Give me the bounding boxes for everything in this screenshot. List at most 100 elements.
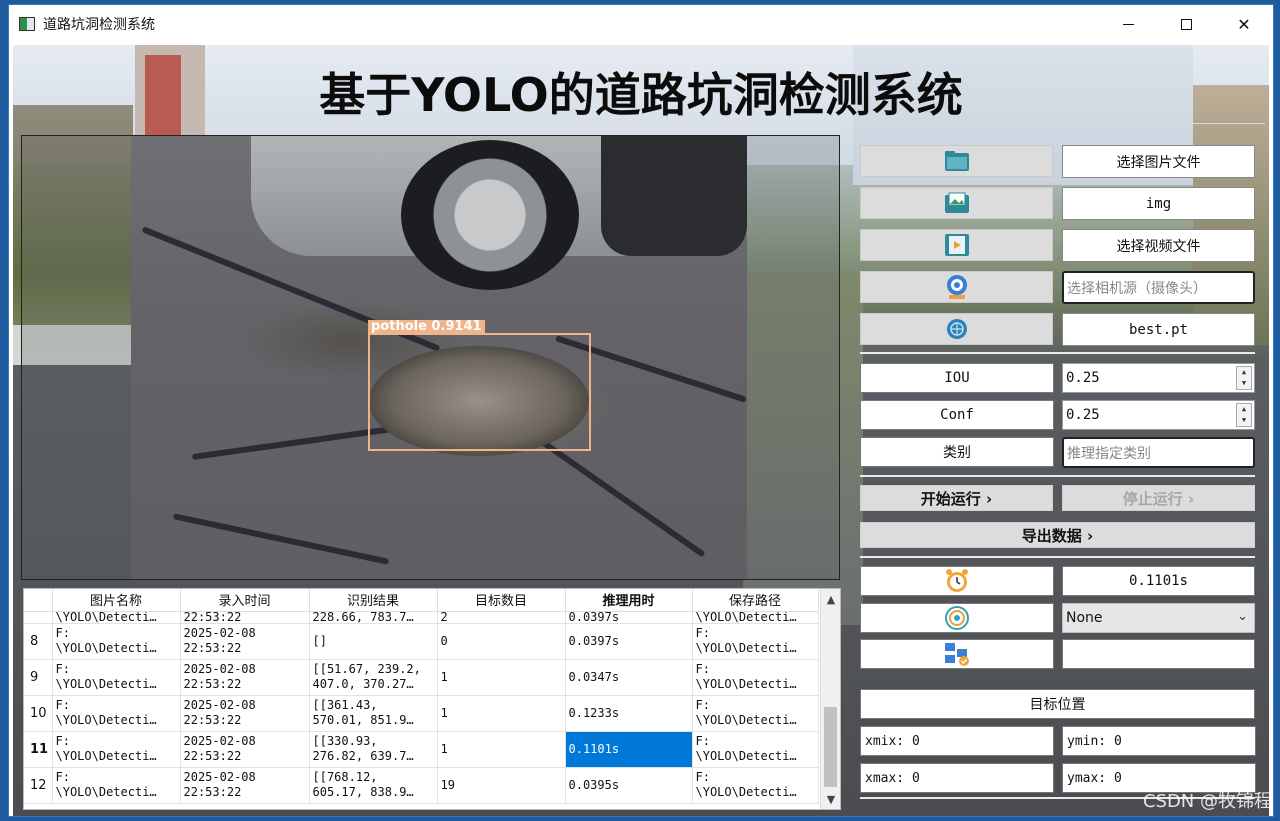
start-button[interactable]: 开始运行 › (860, 485, 1053, 511)
title-bar[interactable]: 道路坑洞检测系统 ✕ (9, 5, 1273, 43)
camera-source-input[interactable]: 选择相机源（摄像头） (1062, 271, 1255, 304)
table-scrollbar[interactable]: ▲ ▼ (820, 589, 840, 809)
table-cell[interactable]: 2025-02-08 22:53:22 (180, 767, 310, 804)
table-cell[interactable]: 1 (437, 659, 566, 696)
results-table-container[interactable]: 图片名称 录入时间 识别结果 目标数目 推理用时 保存路径 \YOLO\Dete… (23, 588, 841, 810)
column-header[interactable]: 图片名称 (52, 589, 181, 612)
table-cell[interactable]: 2 (437, 611, 566, 624)
conf-label: Conf (860, 400, 1054, 430)
image-folder-icon (944, 192, 969, 213)
table-cell[interactable]: 0.1233s (565, 695, 693, 732)
cell-line: \YOLO\Detecti… (55, 713, 157, 727)
spin-arrows[interactable]: ▲ ▼ (1236, 403, 1252, 427)
table-cell[interactable]: 0 (437, 623, 566, 660)
select-image-button[interactable]: 选择图片文件 (1062, 145, 1255, 178)
table-cell[interactable]: \YOLO\Detecti… (52, 611, 181, 624)
spin-arrows[interactable]: ▲ ▼ (1236, 366, 1252, 390)
select-video-button[interactable]: 选择视频文件 (1062, 229, 1255, 262)
table-cell[interactable]: [[51.67, 239.2, 407.0, 370.27… (309, 659, 438, 696)
column-header[interactable]: 目标数目 (437, 589, 566, 612)
model-file-button[interactable]: best.pt (1062, 313, 1255, 346)
cell-line: F: (695, 626, 710, 640)
table-row[interactable]: 10 F: \YOLO\Detecti… 2025-02-08 22:53:22 [… (24, 695, 819, 732)
table-cell[interactable]: F: \YOLO\Detecti… (52, 623, 181, 660)
target-select-dropdown[interactable]: None ⌄ (1062, 603, 1255, 633)
ymin-field: ymin: 0 (1062, 726, 1256, 756)
spin-up-icon[interactable]: ▲ (1237, 367, 1251, 378)
table-cell[interactable]: 0.0347s (565, 659, 693, 696)
table-cell[interactable]: [[768.12, 605.17, 838.9… (309, 767, 438, 804)
table-cell[interactable]: F: \YOLO\Detecti… (692, 767, 819, 804)
table-cell[interactable]: 2025-02-08 22:53:22 (180, 623, 310, 660)
table-row[interactable]: 9 F: \YOLO\Detecti… 2025-02-08 22:53:22 [[… (24, 659, 819, 696)
alarm-clock-icon (946, 569, 968, 592)
table-cell[interactable]: 2025-02-08 22:53:22 (180, 659, 310, 696)
cell-line: F: (55, 770, 70, 784)
column-header[interactable]: 推理用时 (565, 589, 693, 612)
cell-line: [[768.12, (312, 770, 378, 784)
scrollbar-thumb[interactable] (824, 707, 837, 787)
cell-line: [[51.67, 239.2, (312, 662, 421, 676)
class-filter-input[interactable]: 推理指定类别 (1062, 437, 1255, 468)
table-cell[interactable]: [[330.93, 276.82, 639.7… (309, 731, 438, 768)
table-cell[interactable]: 0.0397s (565, 611, 693, 624)
cell-line: \YOLO\Detecti… (55, 749, 157, 763)
minimize-button[interactable] (1099, 5, 1157, 43)
cell-line: F: (695, 698, 710, 712)
table-cell[interactable]: 1 (437, 695, 566, 732)
table-row[interactable]: 12 F: \YOLO\Detecti… 2025-02-08 22:53:22 [… (24, 767, 819, 804)
select-video-icon-button[interactable] (860, 229, 1053, 261)
camera-icon-button[interactable] (860, 271, 1053, 303)
table-cell[interactable]: F: \YOLO\Detecti… (692, 659, 819, 696)
column-header[interactable]: 识别结果 (309, 589, 438, 612)
table-cell[interactable]: \YOLO\Detecti… (692, 611, 819, 624)
table-cell[interactable]: F: \YOLO\Detecti… (52, 767, 181, 804)
table-row[interactable]: \YOLO\Detecti… 22:53:22 228.66, 783.7… 2… (24, 611, 819, 624)
scroll-up-icon[interactable]: ▲ (821, 589, 840, 609)
cell-line: 2025-02-08 (183, 626, 256, 640)
iou-spinbox[interactable]: 0.25 ▲ ▼ (1062, 363, 1255, 393)
xmax-field: xmax: 0 (860, 763, 1054, 793)
spin-down-icon[interactable]: ▼ (1237, 415, 1251, 426)
detection-label: pothole 0.9141 (368, 320, 485, 334)
spin-down-icon[interactable]: ▼ (1237, 378, 1251, 389)
table-cell[interactable]: F: \YOLO\Detecti… (692, 623, 819, 660)
folder-icon (944, 151, 969, 171)
close-button[interactable]: ✕ (1215, 5, 1273, 43)
scroll-down-icon[interactable]: ▼ (821, 789, 840, 809)
corner-header (24, 589, 53, 612)
table-cell[interactable]: F: \YOLO\Detecti… (52, 659, 181, 696)
table-cell[interactable]: F: \YOLO\Detecti… (692, 731, 819, 768)
column-header[interactable]: 保存路径 (692, 589, 819, 612)
conf-spinbox[interactable]: 0.25 ▲ ▼ (1062, 400, 1255, 430)
table-cell[interactable]: [] (309, 623, 438, 660)
table-cell[interactable]: [[361.43, 570.01, 851.9… (309, 695, 438, 732)
spin-up-icon[interactable]: ▲ (1237, 404, 1251, 415)
table-cell[interactable]: 22:53:22 (180, 611, 310, 624)
table-cell-selected[interactable]: 0.1101s (565, 731, 693, 768)
table-cell[interactable]: 2025-02-08 22:53:22 (180, 695, 310, 732)
select-image-icon-button[interactable] (860, 145, 1053, 177)
table-cell[interactable]: 2025-02-08 22:53:22 (180, 731, 310, 768)
table-cell[interactable]: F: \YOLO\Detecti… (692, 695, 819, 732)
table-cell[interactable]: F: \YOLO\Detecti… (52, 695, 181, 732)
results-table[interactable]: 图片名称 录入时间 识别结果 目标数目 推理用时 保存路径 \YOLO\Dete… (24, 589, 819, 804)
column-header[interactable]: 录入时间 (180, 589, 310, 612)
export-button[interactable]: 导出数据 › (860, 522, 1255, 548)
model-icon-button[interactable] (860, 313, 1053, 345)
table-cell[interactable]: 228.66, 783.7… (309, 611, 438, 624)
stop-button[interactable]: 停止运行 › (1062, 485, 1255, 511)
cell-line: [] (312, 633, 327, 648)
table-row[interactable]: 8 F: \YOLO\Detecti… 2025-02-08 22:53:22 []… (24, 623, 819, 660)
table-cell[interactable]: 0.0397s (565, 623, 693, 660)
table-row-selected[interactable]: 11 F: \YOLO\Detecti… 2025-02-08 22:53:22 [… (24, 731, 819, 768)
cell-line: \YOLO\Detecti… (55, 785, 157, 799)
table-cell[interactable]: 1 (437, 731, 566, 768)
image-folder-icon-button[interactable] (860, 187, 1053, 219)
table-cell[interactable]: 19 (437, 767, 566, 804)
table-cell[interactable]: F: \YOLO\Detecti… (52, 731, 181, 768)
image-folder-field[interactable]: img (1062, 187, 1255, 220)
cell-line: [[361.43, (312, 698, 378, 712)
maximize-button[interactable] (1157, 5, 1215, 43)
table-cell[interactable]: 0.0395s (565, 767, 693, 804)
